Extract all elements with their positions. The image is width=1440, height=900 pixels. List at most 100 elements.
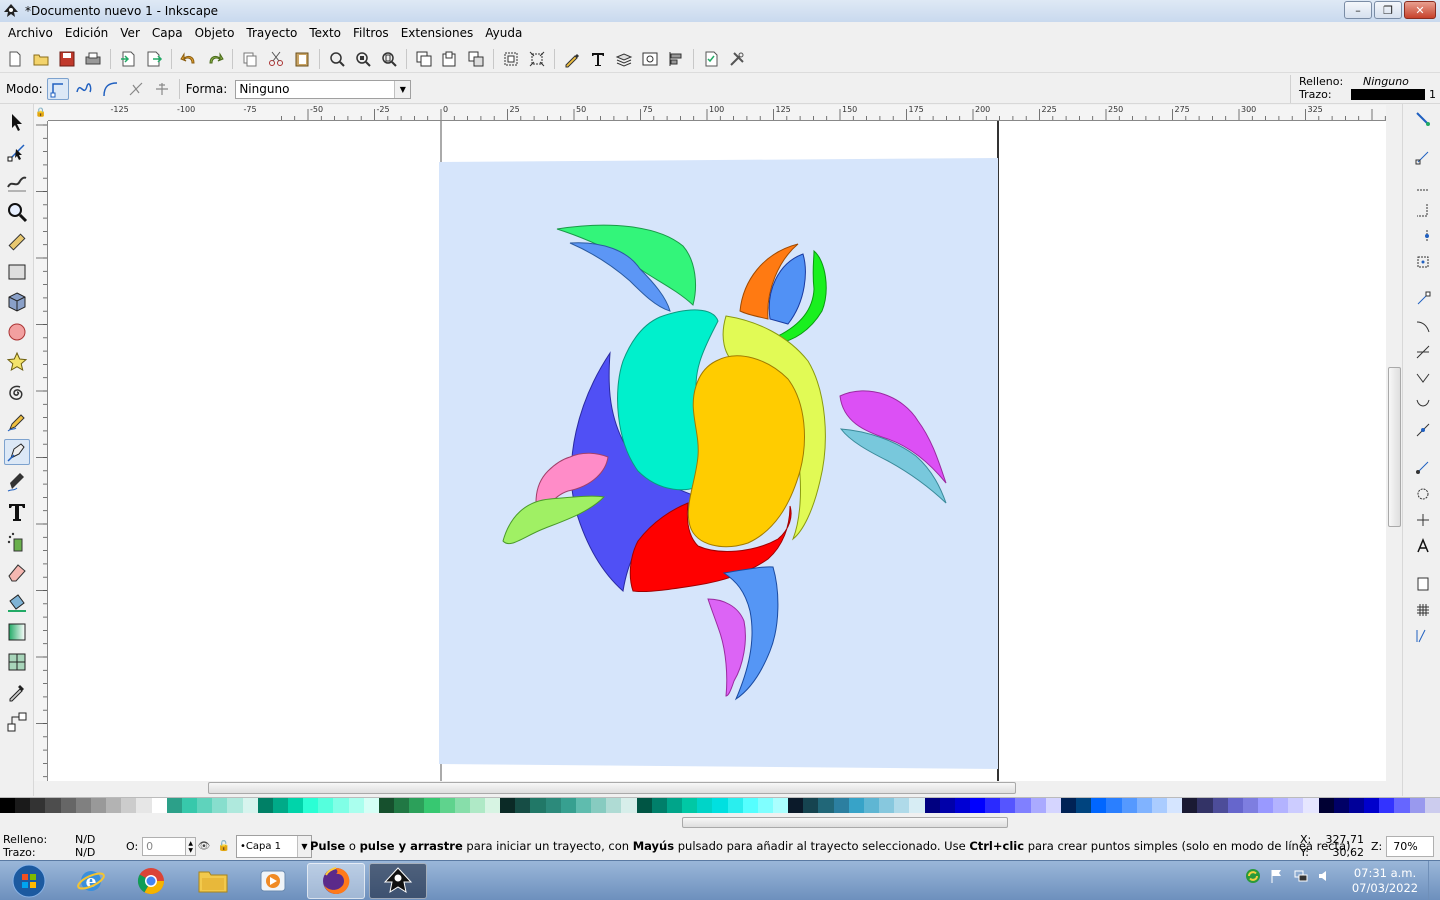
palette-swatch[interactable] [666,798,683,813]
spray-tool-icon[interactable] [4,529,30,555]
palette-swatch[interactable] [1060,798,1077,813]
inkscape-taskbar-icon[interactable] [369,863,427,899]
mode-bezier-button[interactable] [46,78,69,100]
drawing-canvas[interactable] [48,121,1386,781]
zoom-input[interactable]: 70% [1386,836,1435,857]
palette-swatch[interactable] [60,798,76,813]
minimize-button[interactable]: – [1344,1,1372,19]
palette-swatch[interactable] [318,798,334,813]
palette-swatch[interactable] [333,798,349,813]
palette-swatch[interactable] [45,798,61,813]
group-icon[interactable] [413,48,435,70]
palette-swatch[interactable] [106,798,122,813]
palette-swatch[interactable] [848,798,864,813]
palette-swatch[interactable] [272,798,288,813]
mode-zigzag-button[interactable] [125,78,147,100]
rectangle-tool-icon[interactable] [4,259,30,285]
snap-nodes-icon[interactable] [1413,289,1433,309]
palette-swatch[interactable] [394,798,410,813]
palette-swatch[interactable] [939,798,955,813]
palette-swatch[interactable] [1364,798,1380,813]
measure-tool-icon[interactable] [4,229,30,255]
menu-extensiones[interactable]: Extensiones [397,26,478,40]
cut-icon[interactable] [265,48,287,70]
menu-trayecto[interactable]: Trayecto [242,26,301,40]
eye-icon[interactable]: 👁 [196,839,212,855]
clone-icon[interactable] [465,48,487,70]
shape-select[interactable]: Ninguno ▼ [235,79,412,99]
show-desktop-button[interactable] [1428,861,1440,900]
menu-texto[interactable]: Texto [305,26,345,40]
paste-icon[interactable] [291,48,313,70]
palette-swatch[interactable] [970,798,986,813]
palette-swatch[interactable] [651,798,667,813]
palette-swatch[interactable] [1318,798,1334,813]
palette-swatch[interactable] [833,798,849,813]
palette-swatch[interactable] [742,798,758,813]
palette-swatch[interactable] [500,798,516,813]
snap-guide-icon[interactable] [1413,626,1433,646]
palette-swatch[interactable] [485,798,501,813]
export-icon[interactable] [143,48,165,70]
palette-swatch[interactable] [424,798,440,813]
palette-swatch[interactable] [469,798,485,813]
preferences-icon[interactable] [726,48,748,70]
palette-swatch[interactable] [75,798,91,813]
eraser-tool-icon[interactable] [4,559,30,585]
snap-bbox-icon[interactable] [1413,147,1433,167]
gradient-tool-icon[interactable] [4,619,30,645]
menu-ayuda[interactable]: Ayuda [481,26,526,40]
mode-bspline-button[interactable] [99,78,121,100]
redo-icon[interactable] [204,48,226,70]
menu-objeto[interactable]: Objeto [191,26,239,40]
zoom-tool-icon[interactable] [4,199,30,225]
horizontal-scroll-thumb[interactable] [208,782,1016,794]
palette-swatch[interactable] [1409,798,1425,813]
palette-swatch[interactable] [1288,798,1304,813]
zoom-page-icon[interactable] [378,48,400,70]
layers-icon[interactable] [613,48,635,70]
opacity-spinner[interactable]: ▲ ▼ [186,837,197,856]
palette-swatch[interactable] [1045,798,1061,813]
menu-edicion[interactable]: Edición [61,26,112,40]
palette-swatch[interactable] [1015,798,1031,813]
palette-swatch[interactable] [1333,798,1349,813]
snap-bbox-edge-icon[interactable] [1413,174,1433,194]
palette-swatch[interactable] [1197,798,1213,813]
spiral-tool-icon[interactable] [4,379,30,405]
palette-swatch[interactable] [712,798,728,813]
save-icon[interactable] [56,48,78,70]
print-icon[interactable] [82,48,104,70]
palette-swatch[interactable] [1242,798,1258,813]
palette-swatch[interactable] [121,798,137,813]
snap-text-baseline-icon[interactable] [1413,536,1433,556]
internet-explorer-icon[interactable]: e [62,863,120,899]
palette-swatch[interactable] [530,798,546,813]
palette-swatch[interactable] [1227,798,1243,813]
palette-swatch[interactable] [1348,798,1365,813]
document-properties-icon[interactable] [700,48,722,70]
palette-swatch[interactable] [15,798,31,813]
new-document-icon[interactable] [4,48,26,70]
palette-swatch[interactable] [363,798,379,813]
palette-swatch[interactable] [287,798,304,813]
palette-swatch[interactable] [1257,798,1274,813]
star-tool-icon[interactable] [4,349,30,375]
palette-swatch[interactable] [879,798,895,813]
file-explorer-icon[interactable] [184,863,242,899]
palette-swatch[interactable] [1091,798,1107,813]
tweak-tool-icon[interactable] [4,169,30,195]
palette-swatch[interactable] [409,798,425,813]
selector-tool-icon[interactable] [4,109,30,135]
ruler-lock-icon[interactable]: 🔒 [34,105,48,121]
menu-ver[interactable]: Ver [116,26,144,40]
import-icon[interactable] [117,48,139,70]
lock-icon[interactable]: 🔓 [216,839,232,855]
text-tool-icon[interactable] [4,499,30,525]
snap-paths-icon[interactable] [1413,316,1433,336]
palette-swatch[interactable] [697,798,713,813]
start-button[interactable] [0,863,58,899]
restore-button[interactable]: ❐ [1374,1,1402,19]
fill-stroke-indicator[interactable]: Relleno: Ninguno Trazo: 1 [1290,75,1440,103]
palette-swatch[interactable] [515,798,531,813]
